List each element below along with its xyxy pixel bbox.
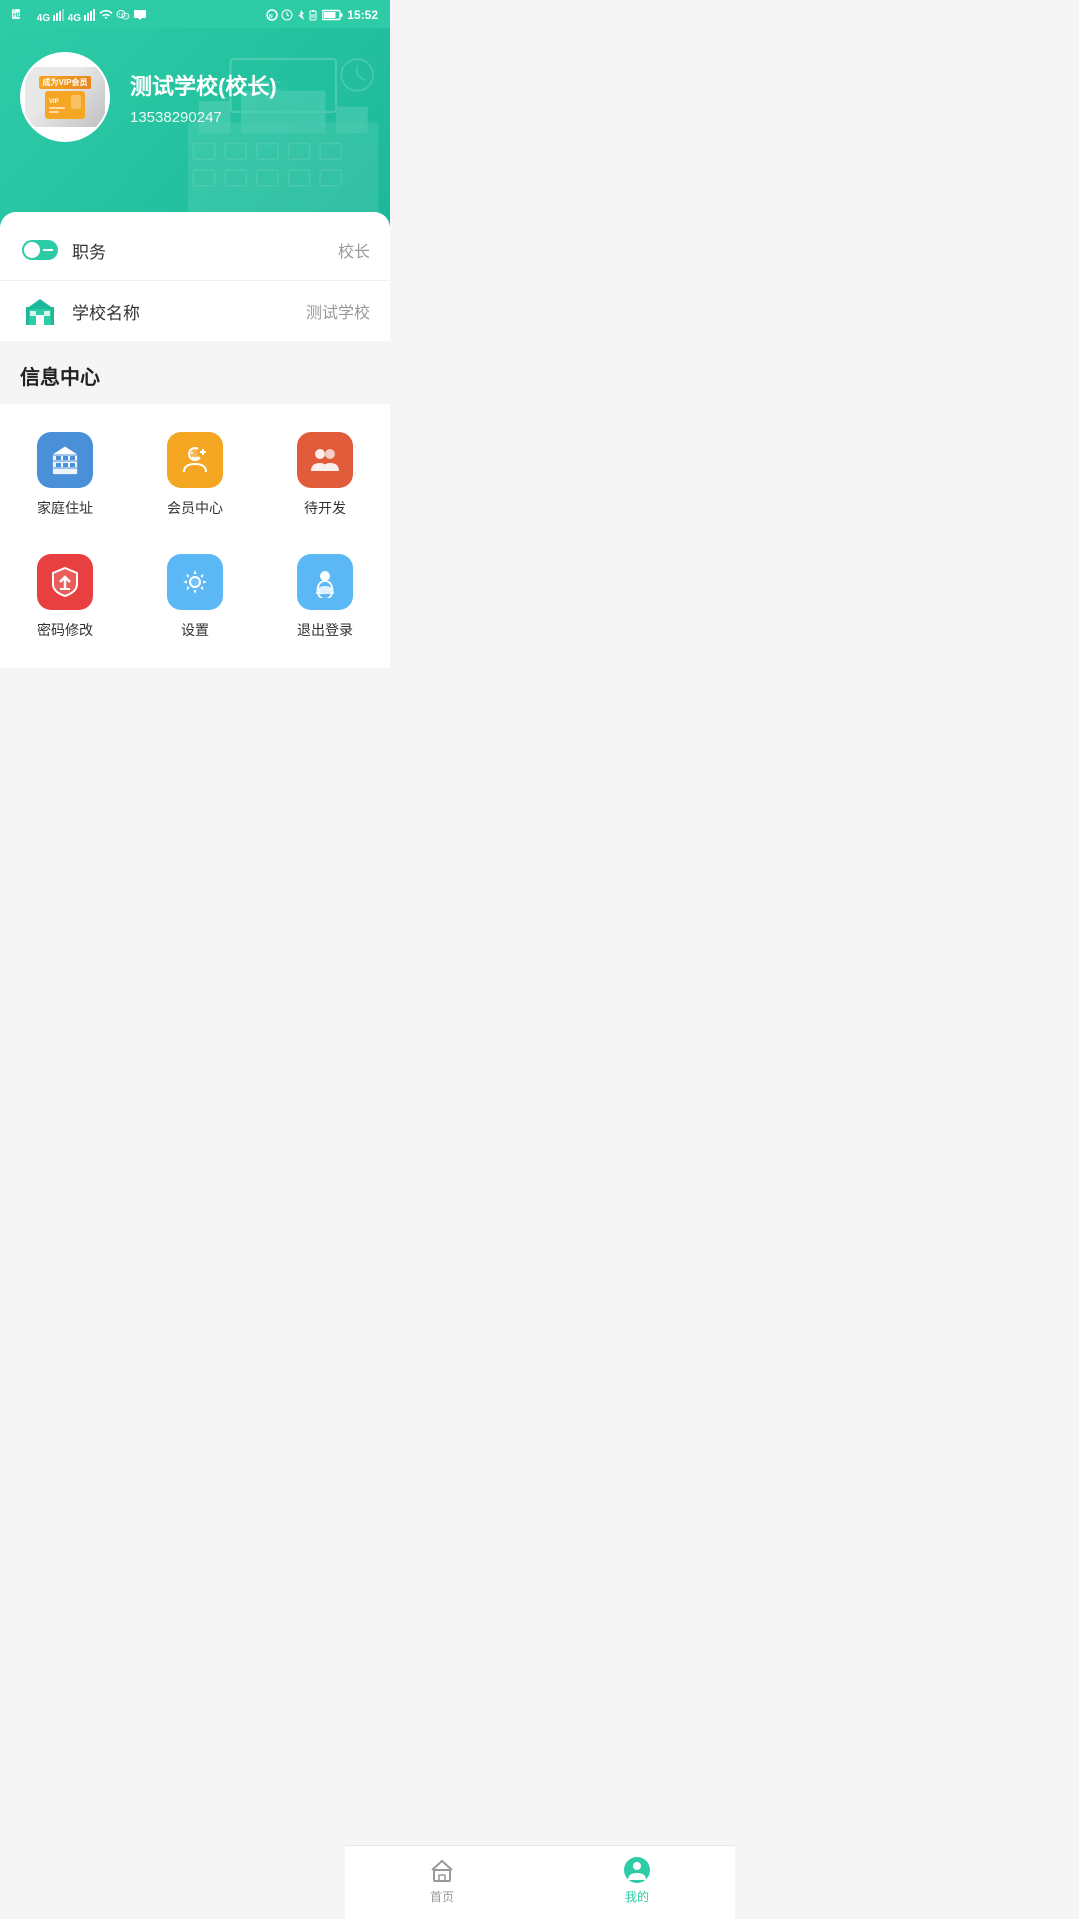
home-address-icon [37,432,93,488]
pending-label: 待开发 [304,498,346,518]
position-label: 职务 [72,238,338,263]
password-icon [37,554,93,610]
spacer [0,668,390,868]
position-icon [20,236,60,264]
profile-row: 成为VIP会员 VIP 测试学校(校长) 13538290247 [20,52,370,142]
school-name-row[interactable]: 学校名称 测试学校 [0,281,390,341]
school-name-value: 测试学校 [306,299,370,323]
profile-phone: 13538290247 [130,109,277,126]
toggle-switch-icon [22,240,58,260]
mine-nav-icon [623,1856,651,1884]
school-icon [20,297,60,325]
grid-item-settings[interactable]: 设置 [130,536,260,658]
settings-label: 设置 [181,620,209,640]
logout-icon [297,554,353,610]
home-nav-icon [428,1856,456,1884]
home-nav-label: 首页 [430,1888,454,1905]
position-value: 校长 [338,238,370,262]
status-left: HD 1 4G 4G [12,7,147,24]
info-center-grid: 家庭住址 会员中心 [0,404,390,668]
school-name-label: 学校名称 [72,299,306,324]
settings-icon [167,554,223,610]
grid-item-logout[interactable]: 退出登录 [260,536,390,658]
grid-item-pending[interactable]: 待开发 [260,414,390,536]
password-label: 密码修改 [37,620,93,640]
status-bar: HD 1 4G 4G [0,0,390,28]
logout-label: 退出登录 [297,620,353,640]
position-row[interactable]: 职务 校长 [0,220,390,281]
network-icons: HD 1 4G 4G [12,7,96,24]
avatar-inner: 成为VIP会员 VIP [25,67,105,127]
profile-name: 测试学校(校长) [130,69,277,101]
status-time: 15:52 [347,8,378,22]
nav-item-mine[interactable]: 我的 [540,1856,735,1905]
info-center-header: 信息中心 [0,341,390,404]
svg-text:N: N [269,14,273,20]
profile-info: 测试学校(校长) 13538290247 [130,69,277,126]
profile-header: ABC 成为VIP会员 VIP 测试学校(校长) 13538 [0,28,390,228]
nav-item-home[interactable]: 首页 [345,1856,540,1905]
grid-item-member-center[interactable]: 会员中心 [130,414,260,536]
info-center-title: 信息中心 [20,367,100,389]
status-right: N 15:52 [266,8,378,22]
avatar[interactable]: 成为VIP会员 VIP [20,52,110,142]
mine-nav-label: 我的 [625,1888,649,1905]
home-address-label: 家庭住址 [37,498,93,518]
grid-item-home-address[interactable]: 家庭住址 [0,414,130,536]
card-area: 职务 校长 学校名称 测试学校 [0,212,390,341]
member-center-icon [167,432,223,488]
bottom-nav: 首页 我的 [345,1845,735,1919]
vip-badge: 成为VIP会员 [39,76,92,89]
member-center-label: 会员中心 [167,498,223,518]
svg-text:HD: HD [13,13,22,19]
pending-icon [297,432,353,488]
svg-text:VIP: VIP [49,99,59,105]
grid-item-password[interactable]: 密码修改 [0,536,130,658]
